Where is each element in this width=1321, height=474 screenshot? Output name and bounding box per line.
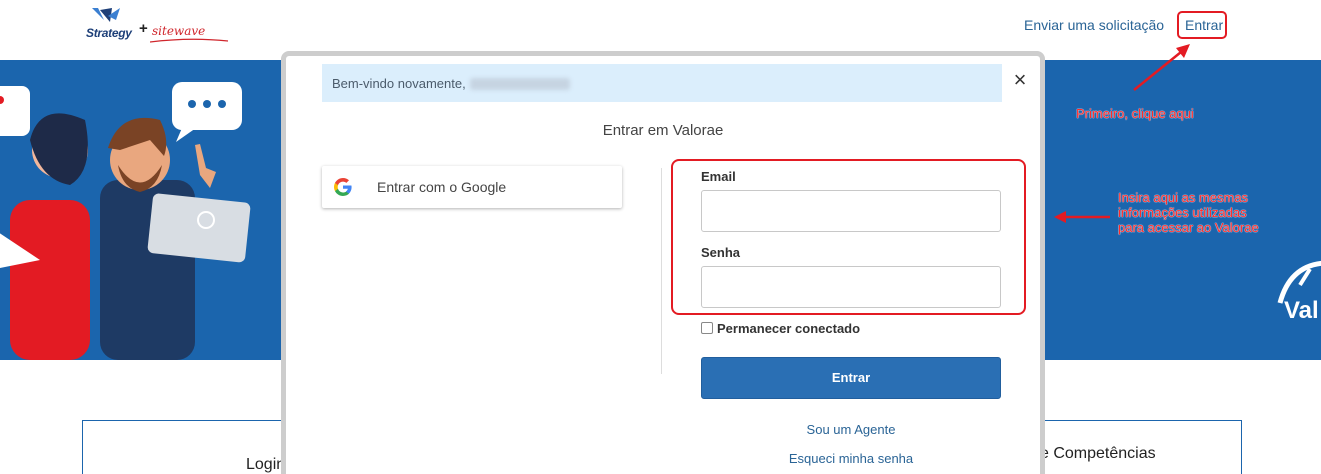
arrow-to-entrar-icon [1133, 44, 1190, 91]
login-card-label: Login [246, 456, 286, 473]
strategy-bird-icon [92, 8, 120, 22]
google-icon [334, 178, 352, 196]
logo-sitewave-text: sitewave [152, 24, 206, 38]
logo-plus: + [139, 20, 148, 37]
remember-me[interactable]: Permanecer conectado [701, 321, 860, 336]
annotation-first-click: Primeiro, clique aqui [1076, 106, 1194, 121]
google-sign-in-button[interactable]: Entrar com o Google [322, 166, 622, 208]
welcome-banner: Bem-vindo novamente, [322, 64, 1002, 102]
logo-strategy-text: Strategy [86, 26, 132, 40]
vertical-divider [661, 168, 662, 374]
hero-people-illustration [0, 82, 251, 360]
welcome-text: Bem-vindo novamente, [332, 76, 466, 91]
remember-label: Permanecer conectado [717, 321, 861, 336]
remember-checkbox[interactable] [701, 322, 713, 334]
strategy-sitewave-logo[interactable]: Strategy + sitewave [84, 6, 234, 46]
modal-title: Entrar em Valorae [602, 122, 724, 139]
send-request-link[interactable]: Enviar uma solicitação [1024, 17, 1164, 33]
blurred-user-name [469, 78, 570, 90]
close-icon[interactable]: × [1010, 69, 1030, 91]
sitewave-swoosh-icon [150, 38, 229, 43]
sign-in-link[interactable]: Entrar [1185, 17, 1223, 33]
valorae-brand-text: Val [1284, 297, 1319, 324]
password-label: Senha [701, 245, 741, 260]
google-button-label: Entrar com o Google [377, 179, 507, 195]
agent-link[interactable]: Sou um Agente [701, 422, 1001, 437]
sign-in-modal: Bem-vindo novamente, × Entrar em Valorae… [281, 51, 1045, 474]
competencias-card-label: e Competências [1040, 445, 1156, 462]
arrow-to-fields-icon [1054, 211, 1110, 223]
password-field[interactable] [701, 266, 1001, 308]
valorae-brand-mark: Val [1270, 255, 1321, 335]
annotation-insert-info: Insira aqui as mesmas informações utiliz… [1118, 190, 1259, 235]
sign-in-submit-button[interactable]: Entrar [701, 357, 1001, 399]
forgot-password-link[interactable]: Esqueci minha senha [701, 451, 1001, 466]
email-field[interactable] [701, 190, 1001, 232]
email-label: Email [701, 169, 736, 184]
